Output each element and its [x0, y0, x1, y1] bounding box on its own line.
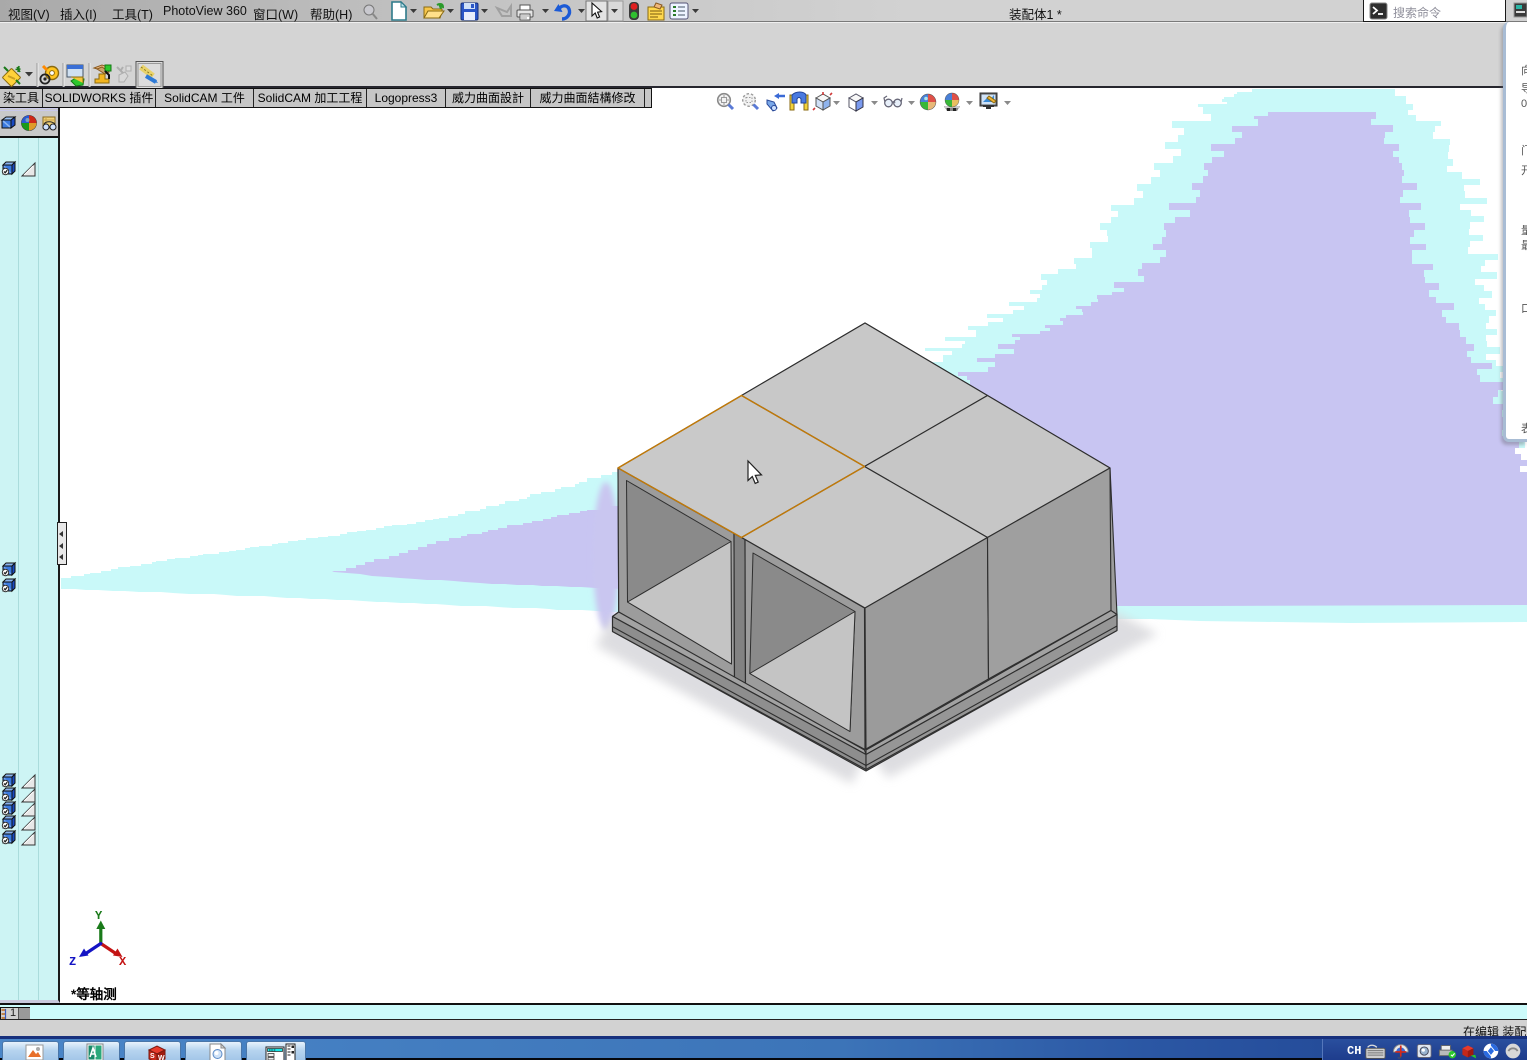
svg-text:*等轴测: *等轴测	[71, 986, 117, 1002]
svg-text:Y: Y	[95, 909, 103, 923]
svg-text:X: X	[119, 955, 127, 969]
svg-text:S: S	[150, 1053, 155, 1060]
svg-text:FILE: FILE	[269, 1049, 276, 1053]
svg-text:W: W	[158, 1055, 165, 1060]
svg-text:Z: Z	[69, 955, 76, 969]
